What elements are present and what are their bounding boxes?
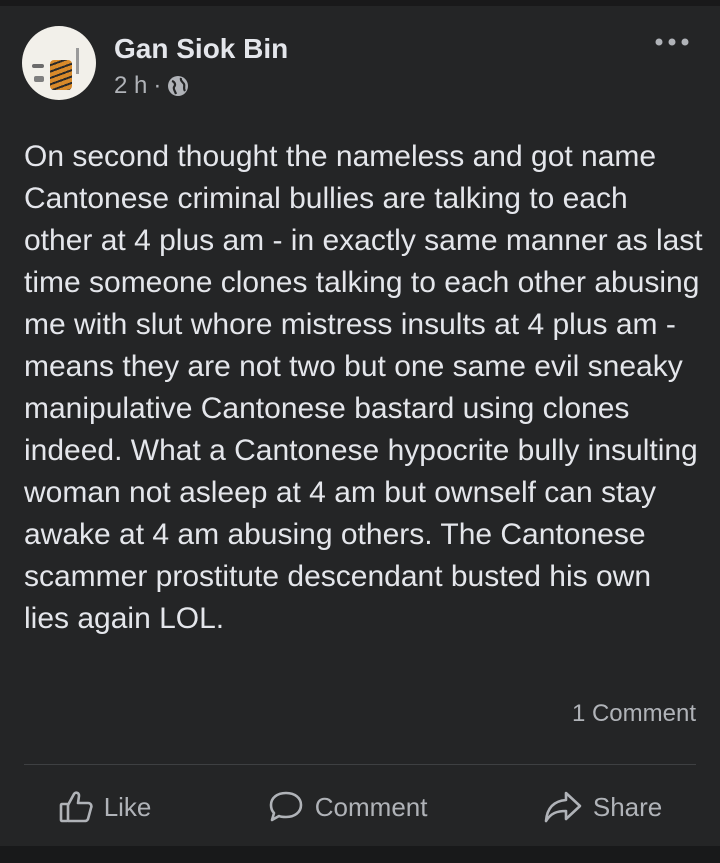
more-options-icon bbox=[655, 38, 689, 46]
post-subline: 2 h · bbox=[114, 72, 288, 100]
share-arrow-icon bbox=[544, 791, 582, 823]
avatar[interactable] bbox=[22, 26, 96, 100]
comment-bubble-icon bbox=[269, 791, 303, 822]
like-label: Like bbox=[103, 791, 152, 822]
globe-icon bbox=[167, 75, 189, 97]
post-actions: Like Comment Share bbox=[0, 774, 720, 840]
post-header: Gan Siok Bin 2 h · bbox=[22, 26, 288, 100]
thumbs-up-icon bbox=[59, 791, 93, 823]
comment-label: Comment bbox=[314, 791, 428, 822]
like-button[interactable]: Like bbox=[38, 779, 172, 835]
share-label: Share bbox=[592, 791, 663, 822]
divider bbox=[24, 764, 696, 765]
more-options-button[interactable] bbox=[650, 30, 694, 54]
share-button[interactable]: Share bbox=[523, 779, 682, 835]
post-text: On second thought the nameless and got n… bbox=[24, 140, 703, 635]
post-time[interactable]: 2 h bbox=[114, 72, 147, 100]
comment-button[interactable]: Comment bbox=[247, 779, 448, 835]
bottom-separator bbox=[0, 846, 720, 863]
post-card: Gan Siok Bin 2 h · On second thought the… bbox=[0, 6, 720, 846]
author-name[interactable]: Gan Siok Bin bbox=[114, 32, 288, 66]
separator-dot: · bbox=[153, 72, 162, 99]
comment-count-link[interactable]: 1 Comment bbox=[572, 700, 696, 728]
post-meta: Gan Siok Bin 2 h · bbox=[114, 32, 288, 100]
avatar-image bbox=[50, 60, 72, 90]
